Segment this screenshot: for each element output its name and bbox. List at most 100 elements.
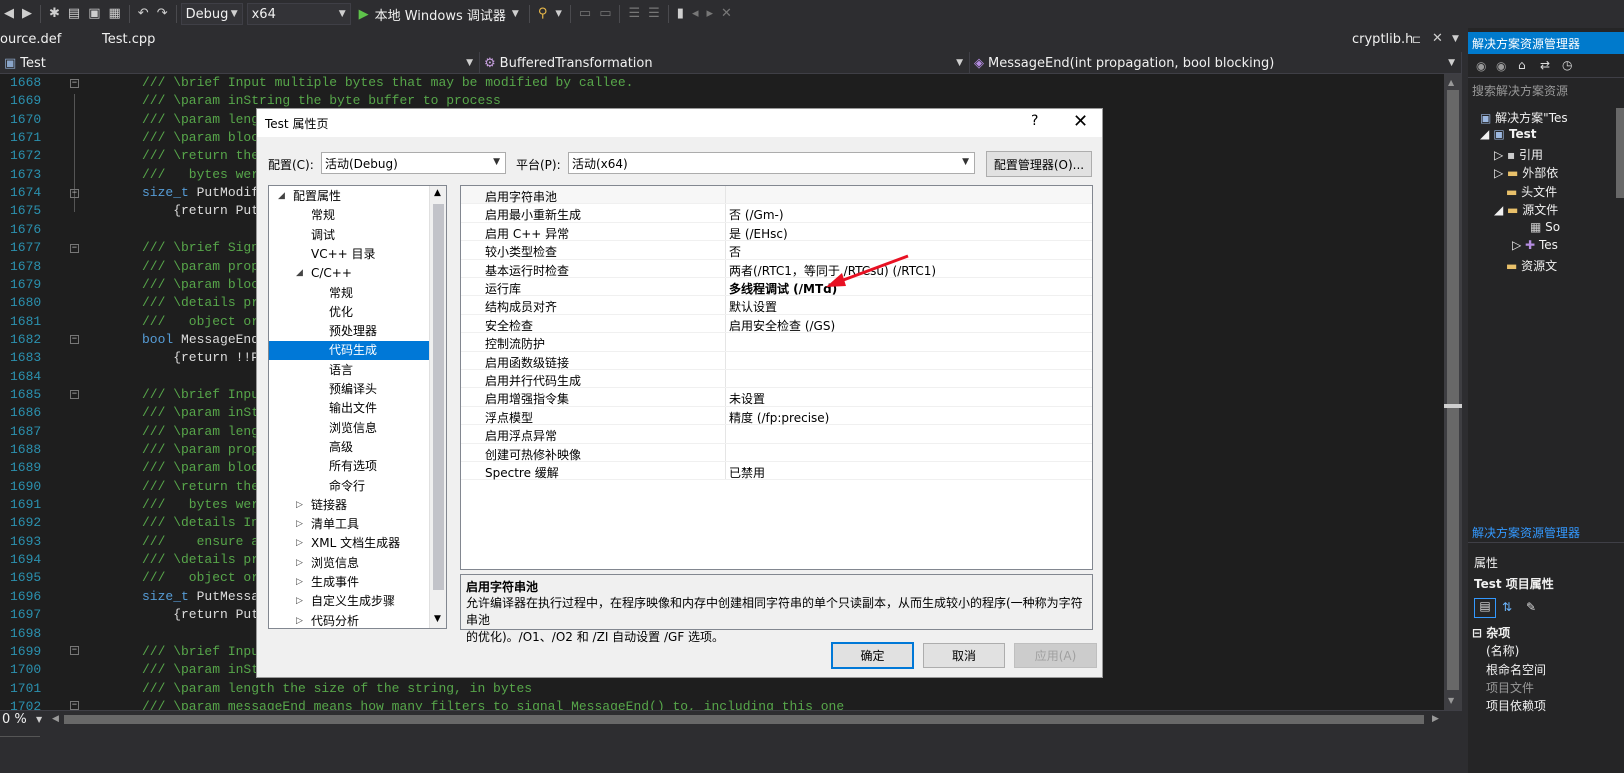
property-root-namespace-row[interactable]: 根命名空间 [1486,661,1546,678]
history-icon[interactable]: ◷ [1562,58,1572,72]
tree-item[interactable]: 高级 [269,438,430,457]
apply-button[interactable]: 应用(A) [1014,643,1097,668]
pin-icon[interactable]: ⊏ [1412,33,1421,46]
solution-search-input[interactable]: 搜索解决方案资源 [1472,82,1622,100]
scroll-down-icon[interactable]: ▼ [434,614,441,624]
tree-item[interactable]: 命令行 [269,477,430,496]
bookmark-icon[interactable]: ▮ [677,0,684,28]
collapse-icon[interactable]: − [70,646,79,655]
platform-select[interactable]: 活动(x64) ▼ [568,152,975,174]
collapse-icon[interactable]: − [70,189,79,198]
ok-button[interactable]: 确定 [831,642,914,669]
property-pages-icon[interactable]: ✎ [1526,600,1536,614]
tree-item[interactable]: ▷ 清单工具 [269,515,430,534]
tree-item[interactable]: ◢ C/C++ [269,264,430,283]
member-scope-combo[interactable]: ◈ MessageEnd(int propagation, bool block… [970,52,1462,74]
forward-icon[interactable]: ◉ [1496,59,1506,73]
config-manager-button[interactable]: 配置管理器(O)... [986,151,1092,177]
tree-item[interactable]: ▷ 代码分析 [269,612,430,628]
tree-item[interactable]: ▷ 自定义生成步骤 [269,592,430,611]
solution-scrollbar-thumb[interactable] [1616,108,1624,198]
tab-cryptlib-h[interactable]: cryptlib.h ⊏ ✕ [1346,28,1450,52]
collapsed-icon[interactable]: ▷ [296,573,303,592]
tree-item[interactable]: 预处理器 [269,322,430,341]
outdent-icon[interactable]: ☰ [648,0,660,28]
horizontal-scrollbar-thumb[interactable] [64,715,1424,724]
property-row[interactable]: 启用最小重新生成 否 (/Gm-) [461,204,1092,223]
solution-config-combo[interactable]: Debug ▼ [180,3,243,25]
save-all-icon[interactable]: ▦ [109,0,121,28]
tree-item[interactable]: 优化 [269,303,430,322]
home-icon[interactable]: ⌂ [1518,58,1526,72]
class-scope-combo[interactable]: ⚙ BufferedTransformation ▼ [480,52,970,74]
editor-horizontal-scrollbar[interactable]: 0 % ▼ ◀ ▶ [0,710,1462,728]
solution-explorer-title[interactable]: 解决方案资源管理器 [1468,32,1624,54]
tree-scrollbar[interactable]: ▲ ▼ [429,186,446,628]
property-row[interactable]: 启用并行代码生成 [461,370,1092,389]
undo-icon[interactable]: ↶ [138,0,149,28]
tab-list-chevron-icon[interactable]: ▼ [1452,34,1459,44]
sort-alpha-icon[interactable]: ⇅ [1502,600,1512,614]
close-icon[interactable]: ✕ [1073,111,1088,132]
collapsed-icon[interactable]: ▷ [296,515,303,534]
tree-item[interactable]: 调试 [269,226,430,245]
property-row[interactable]: 启用 C++ 异常 是 (/EHsc) [461,222,1092,242]
expanded-icon[interactable]: ◢ [278,187,285,206]
property-row[interactable]: 创建可热修补映像 [461,443,1092,462]
collapsed-icon[interactable]: ▷ [296,534,303,553]
solution-node[interactable]: ▣ 解决方案"Tes [1480,109,1568,126]
sync-icon[interactable]: ⇄ [1540,58,1550,72]
property-row[interactable]: 运行库 多线程调试 (/MTd) [461,278,1092,297]
collapsed-icon[interactable]: ▷ [296,612,303,628]
collapse-icon[interactable]: − [70,390,79,399]
property-row[interactable]: 浮点模型 精度 (/fp:precise) [461,406,1092,426]
tree-item[interactable]: ▷ 生成事件 [269,573,430,592]
collapsed-icon[interactable]: ▷ [296,496,303,515]
config-select[interactable]: 活动(Debug) ▼ [321,152,506,174]
uncomment-icon[interactable]: ▭ [599,0,611,28]
property-grid[interactable]: 启用字符串池 启用最小重新生成 否 (/Gm-) 启用 C++ 异常 是 (/EHsc)… [460,185,1093,570]
tree-item[interactable]: 输出文件 [269,399,430,418]
scrollbar-thumb[interactable] [1447,90,1459,690]
property-category-tree[interactable]: ◢ 配置属性 常规 调试 VC++ 目录 ◢ C/C++ 常规 优化 预处理器 代码生成 语言 预编译头… [268,185,447,629]
toolbar-options-icon[interactable]: ▾ [555,0,562,28]
property-row[interactable]: 较小类型检查 否 [461,241,1092,260]
tree-node-references[interactable]: ▷ ▪ 引用 [1494,146,1543,163]
collapsed-icon[interactable]: ▷ [296,554,303,573]
collapse-icon[interactable]: − [70,335,79,344]
property-row[interactable]: 启用函数级链接 [461,351,1092,370]
tree-item[interactable]: 常规 [269,206,430,225]
comment-icon[interactable]: ▭ [579,0,591,28]
expanded-icon[interactable]: ◢ [296,264,303,283]
solution-platform-combo[interactable]: x64 ▼ [246,3,351,25]
property-category[interactable]: ⊟ 杂项 [1472,624,1510,641]
scroll-up-icon[interactable]: ▲ [434,188,441,198]
tree-item[interactable]: ▷ 浏览信息 [269,554,430,573]
tree-scrollbar-thumb[interactable] [433,204,444,590]
tree-item[interactable]: 常规 [269,284,430,303]
property-row[interactable]: 控制流防护 [461,333,1092,352]
tree-item[interactable]: ▷ 链接器 [269,496,430,515]
zoom-level[interactable]: 0 % [2,712,27,727]
next-bookmark-icon[interactable]: ▸ [706,0,713,28]
tree-item[interactable]: ▷ XML 文档生成器 [269,534,430,553]
collapsed-icon[interactable]: ▷ [296,592,303,611]
property-project-file-row[interactable]: 项目文件 [1486,679,1534,696]
property-row[interactable]: 启用浮点异常 [461,425,1092,444]
close-tab-icon[interactable]: ✕ [1432,31,1443,46]
property-row[interactable]: Spectre 缓解 已禁用 [461,462,1092,481]
tab-source-def[interactable]: ource.def [0,32,61,47]
property-row[interactable]: 启用字符串池 [461,186,1092,205]
scroll-right-icon[interactable]: ▶ [1432,714,1439,724]
zoom-chevron-icon[interactable]: ▼ [36,715,42,724]
start-debugging-button[interactable]: ▶ 本地 Windows 调试器 ▼ [359,5,519,24]
open-folder-icon[interactable]: ▤ [68,0,80,28]
project-scope-combo[interactable]: ▣ Test ▼ [0,52,480,74]
collapse-icon[interactable]: − [70,244,79,253]
new-project-icon[interactable]: ✱ [49,0,60,28]
tree-item[interactable]: ◢ 配置属性 [269,187,430,206]
indent-icon[interactable]: ☰ [628,0,640,28]
prev-bookmark-icon[interactable]: ◂ [692,0,699,28]
tree-node-source-def[interactable]: ▦ So [1530,220,1560,234]
properties-subject[interactable]: Test 项目属性 [1474,575,1554,592]
